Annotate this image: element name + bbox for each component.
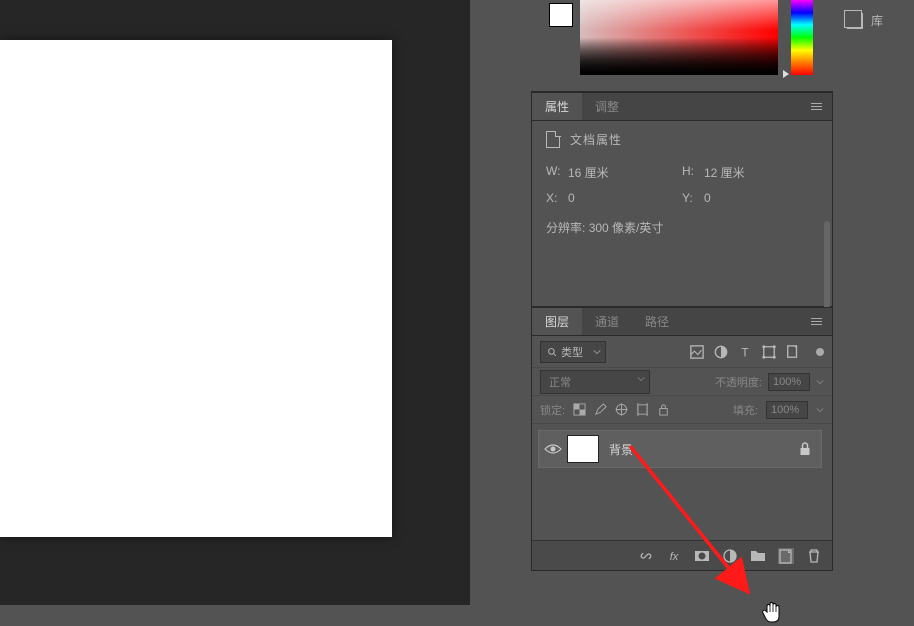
new-layer-button[interactable] xyxy=(778,548,794,564)
layer-name[interactable]: 背景 xyxy=(609,441,799,458)
hamburger-icon xyxy=(811,318,822,326)
tab-paths[interactable]: 路径 xyxy=(632,308,682,335)
delete-layer-button[interactable] xyxy=(806,548,822,564)
layer-row-background[interactable]: 背景 xyxy=(538,430,822,468)
hamburger-icon xyxy=(811,103,822,111)
properties-panel-menu[interactable] xyxy=(801,93,832,120)
canvas-viewport xyxy=(0,0,470,605)
lock-brush-icon[interactable] xyxy=(594,403,607,416)
layer-lock-icon[interactable] xyxy=(799,442,811,456)
filter-shape-icon[interactable] xyxy=(762,345,776,359)
resolution-label: 分辨率: xyxy=(546,221,585,235)
layers-panel-menu[interactable] xyxy=(801,308,832,335)
blend-opacity-row: 正常 不透明度: 100% xyxy=(532,368,832,396)
svg-text:T: T xyxy=(741,345,749,359)
panel-column: 属性 调整 文档属性 W: 16 厘米 H: 12 厘米 xyxy=(531,0,833,571)
fill-label: 填充: xyxy=(733,402,758,418)
height-value[interactable]: 12 厘米 xyxy=(704,164,745,181)
properties-panel-header: 属性 调整 xyxy=(532,93,832,121)
height-label: H: xyxy=(682,164,698,181)
tab-properties[interactable]: 属性 xyxy=(532,93,582,120)
document-icon xyxy=(546,131,560,148)
right-dock: 库 xyxy=(839,0,914,623)
document-properties-title: 文档属性 xyxy=(570,131,622,148)
lock-transparency-icon[interactable] xyxy=(573,403,586,416)
chevron-down-icon[interactable] xyxy=(816,406,824,414)
layer-thumbnail[interactable] xyxy=(567,435,599,463)
y-label: Y: xyxy=(682,191,698,205)
blend-mode-value: 正常 xyxy=(549,377,571,389)
hue-slider[interactable] xyxy=(791,0,813,75)
filter-adjustment-icon[interactable] xyxy=(714,345,728,359)
resolution-value[interactable]: 300 像素/英寸 xyxy=(589,221,664,235)
hand-cursor-icon xyxy=(760,600,784,626)
fill-input[interactable]: 100% xyxy=(766,401,808,419)
svg-text:fx: fx xyxy=(670,551,679,563)
lock-all-icon[interactable] xyxy=(657,403,670,416)
layers-empty-area xyxy=(532,468,832,540)
resolution-row: 分辨率: 300 像素/英寸 xyxy=(546,215,818,236)
fg-bg-swatches[interactable] xyxy=(541,0,573,27)
layers-panel-header: 图层 通道 路径 xyxy=(532,308,832,336)
link-layers-button[interactable] xyxy=(638,548,654,564)
properties-subtitle: 文档属性 xyxy=(532,121,832,158)
width-label: W: xyxy=(546,164,562,181)
filter-kind-label: 类型 xyxy=(561,344,583,360)
layers-footer: fx xyxy=(532,540,832,570)
chevron-down-icon xyxy=(593,348,601,356)
layer-mask-button[interactable] xyxy=(694,548,710,564)
blend-mode-select[interactable]: 正常 xyxy=(540,370,650,394)
filter-pixel-icon[interactable] xyxy=(690,345,704,359)
layer-filter-kind-select[interactable]: 类型 xyxy=(540,341,606,363)
fill-value: 100% xyxy=(771,404,799,416)
color-field[interactable] xyxy=(580,0,778,75)
eye-icon xyxy=(544,443,562,455)
background-color-swatch[interactable] xyxy=(549,3,573,27)
document-canvas[interactable] xyxy=(0,40,392,537)
fx-button[interactable]: fx xyxy=(666,548,682,564)
width-value[interactable]: 16 厘米 xyxy=(568,164,609,181)
tab-layers[interactable]: 图层 xyxy=(532,308,582,335)
chevron-down-icon xyxy=(637,375,645,383)
libraries-label: 库 xyxy=(871,12,883,29)
filter-text-icon[interactable]: T xyxy=(738,345,752,359)
filter-toggle[interactable] xyxy=(816,348,824,356)
color-panel xyxy=(531,0,833,92)
lock-label: 锁定: xyxy=(540,402,565,418)
lock-artboard-icon[interactable] xyxy=(636,403,649,416)
lock-position-icon[interactable] xyxy=(615,403,628,416)
tab-channels[interactable]: 通道 xyxy=(582,308,632,335)
layer-visibility-toggle[interactable] xyxy=(539,443,567,455)
x-label: X: xyxy=(546,191,562,205)
chevron-down-icon[interactable] xyxy=(816,378,824,386)
filter-smartobject-icon[interactable] xyxy=(786,345,800,359)
search-icon xyxy=(547,347,557,357)
adjustment-layer-button[interactable] xyxy=(722,548,738,564)
layer-filter-row: 类型 T xyxy=(532,336,832,368)
y-value[interactable]: 0 xyxy=(704,191,711,205)
properties-panel: 属性 调整 文档属性 W: 16 厘米 H: 12 厘米 xyxy=(531,92,833,307)
properties-grid: W: 16 厘米 H: 12 厘米 X: 0 Y: 0 分辨率 xyxy=(532,158,832,306)
opacity-value: 100% xyxy=(773,376,801,388)
group-button[interactable] xyxy=(750,548,766,564)
x-value[interactable]: 0 xyxy=(568,191,575,205)
library-icon xyxy=(847,13,863,29)
hue-indicator-icon xyxy=(783,70,789,78)
opacity-input[interactable]: 100% xyxy=(768,373,810,391)
libraries-panel-button[interactable]: 库 xyxy=(839,0,914,41)
tab-adjustments[interactable]: 调整 xyxy=(582,93,632,120)
lock-fill-row: 锁定: 填充: 100% xyxy=(532,396,832,424)
opacity-label: 不透明度: xyxy=(715,374,762,390)
layers-panel: 图层 通道 路径 类型 T 正常 xyxy=(531,307,833,571)
